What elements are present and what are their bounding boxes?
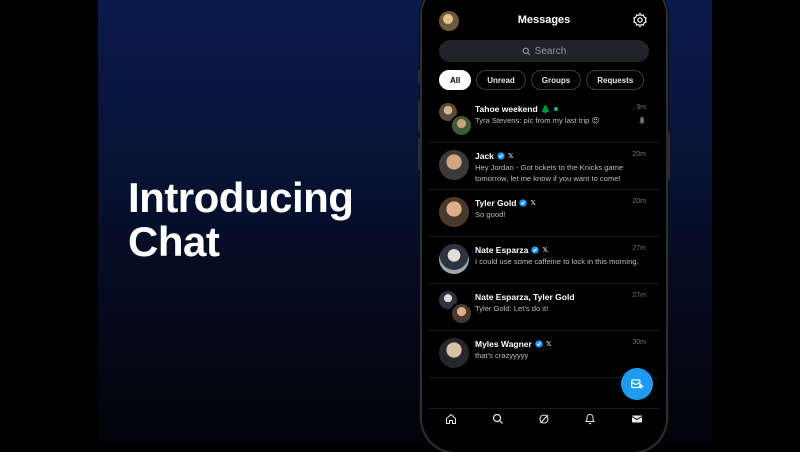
conversation-row[interactable]: Myles Wagner 𝕏 30m that's crazyyyyy <box>428 331 660 378</box>
search-placeholder: Search <box>534 45 567 57</box>
avatar <box>439 244 469 274</box>
conversation-time: 27m <box>632 292 646 299</box>
conversation-time: 20m <box>632 151 646 158</box>
messages-screen: Messages Search All Unread Groups Reques… <box>428 0 660 427</box>
notifications-icon[interactable] <box>584 413 596 425</box>
conversation-time: 20m <box>632 198 646 205</box>
conversation-time: 30m <box>632 339 646 346</box>
conversation-preview: I could use some caffeine to lock in thi… <box>475 257 639 266</box>
conversation-row[interactable]: Tyler Gold 𝕏 20m So good! <box>428 190 660 237</box>
filter-requests[interactable]: Requests <box>586 70 645 90</box>
search-icon <box>522 47 530 55</box>
filter-chips: All Unread Groups Requests <box>439 70 645 90</box>
conversation-list: Tahoe weekend 🌲 3m Tyra Stevens: pic fro… <box>428 96 660 378</box>
unread-dot <box>553 107 558 111</box>
conversation-row[interactable]: Tahoe weekend 🌲 3m Tyra Stevens: pic fro… <box>428 96 660 143</box>
filter-all[interactable]: All <box>439 70 472 90</box>
x-logo-icon: 𝕏 <box>545 341 552 348</box>
page-title: Messages <box>517 14 571 26</box>
conversation-preview: Tyra Stevens: pic from my last trip 😍 <box>475 116 600 125</box>
bottom-tab-bar <box>428 408 660 427</box>
conversation-time: 27m <box>632 245 646 252</box>
conversation-preview: that's crazyyyyy <box>475 351 529 360</box>
conversation-name: Jack 𝕏 <box>475 151 514 161</box>
conversation-preview: Tyler Gold: Let's do it! <box>475 304 549 313</box>
headline-line-2: Chat <box>128 218 220 265</box>
phone-power-button <box>667 132 670 180</box>
verified-badge-icon <box>497 152 505 160</box>
phone-volume-up <box>418 100 421 132</box>
conversation-time: 3m <box>636 104 646 111</box>
conversation-preview: Hey Jordan - Got tickets to the Knicks g… <box>475 163 624 183</box>
conversation-row[interactable]: Jack 𝕏 20m Hey Jordan - Got tickets to t… <box>428 143 660 190</box>
tree-emoji: 🌲 <box>540 104 551 114</box>
headline-line-1: Introducing <box>128 174 354 221</box>
promo-headline: Introducing Chat <box>128 174 354 265</box>
avatar <box>439 197 469 227</box>
avatar <box>439 338 469 368</box>
filter-groups[interactable]: Groups <box>530 70 582 90</box>
mute-icon <box>639 117 645 125</box>
phone-frame: Messages Search All Unread Groups Reques… <box>418 0 670 452</box>
conversation-name: Myles Wagner 𝕏 <box>475 339 552 349</box>
conversation-name: Nate Esparza, Tyler Gold <box>475 292 575 302</box>
compose-message-button[interactable] <box>621 368 653 400</box>
phone-volume-down <box>418 138 421 170</box>
group-avatar <box>439 103 473 137</box>
conversation-preview: So good! <box>475 210 506 219</box>
x-logo-icon: 𝕏 <box>530 200 537 207</box>
search-input[interactable]: Search <box>439 40 649 62</box>
conversation-name: Tahoe weekend 🌲 <box>475 104 558 114</box>
conversation-row[interactable]: Nate Esparza 𝕏 27m I could use some caff… <box>428 237 660 284</box>
grok-icon[interactable] <box>538 413 550 425</box>
gear-icon[interactable] <box>632 12 648 28</box>
filter-unread[interactable]: Unread <box>476 70 526 90</box>
top-bar: Messages <box>428 0 660 36</box>
explore-icon[interactable] <box>492 413 504 425</box>
conversation-name: Nate Esparza 𝕏 <box>475 245 549 255</box>
compose-message-icon <box>631 379 644 389</box>
home-icon[interactable] <box>445 413 457 425</box>
messages-icon[interactable] <box>631 413 643 425</box>
x-logo-icon: 𝕏 <box>507 153 514 160</box>
avatar <box>439 150 469 180</box>
verified-badge-icon <box>519 199 528 207</box>
verified-badge-icon <box>535 340 543 348</box>
conversation-row[interactable]: Nate Esparza, Tyler Gold 27m Tyler Gold:… <box>428 284 660 331</box>
group-avatar <box>439 291 473 325</box>
verified-badge-icon <box>531 246 540 254</box>
conversation-name: Tyler Gold 𝕏 <box>475 198 537 208</box>
x-logo-icon: 𝕏 <box>542 247 549 254</box>
phone-side-button <box>418 70 421 84</box>
